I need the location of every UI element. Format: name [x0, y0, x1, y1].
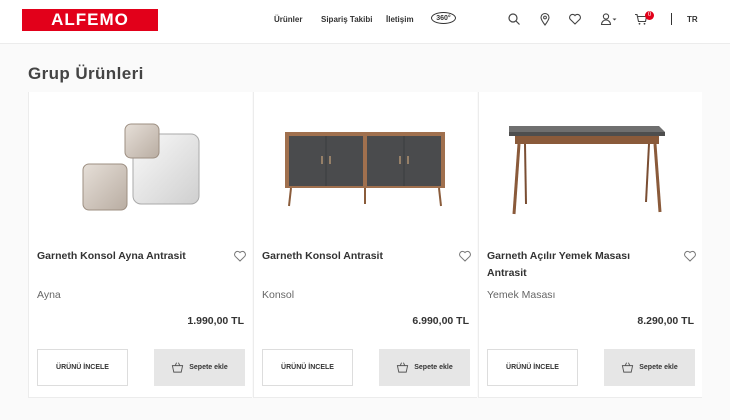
product-image[interactable] [29, 108, 253, 232]
view-360-link[interactable]: 360° [431, 12, 456, 24]
nav-order-tracking-link[interactable]: Sipariş Takibi [321, 15, 372, 24]
view-product-button[interactable]: ÜRÜNÜ İNCELE [487, 349, 578, 386]
product-card[interactable]: Garneth Konsol Ayna Antrasit Ayna 1.990,… [28, 92, 252, 398]
nav-products-link[interactable]: Ürünler [274, 15, 302, 24]
header-divider [671, 13, 672, 25]
basket-icon [171, 362, 184, 373]
site-header: ALFEMO Ürünler Sipariş Takibi İletişim 3… [0, 0, 730, 44]
favorite-heart-icon[interactable] [683, 249, 697, 263]
add-to-cart-button[interactable]: Sepete ekle [379, 349, 470, 386]
favorite-heart-icon[interactable] [233, 249, 247, 263]
location-icon[interactable] [538, 12, 552, 26]
heart-icon[interactable] [568, 12, 582, 26]
product-name[interactable]: Garneth Konsol Ayna Antrasit [37, 248, 217, 265]
brand-logo[interactable]: ALFEMO [22, 9, 158, 31]
nav-contact-link[interactable]: İletişim [386, 15, 414, 24]
language-selector[interactable]: TR [687, 15, 698, 24]
user-icon[interactable] [600, 12, 618, 26]
product-category: Konsol [262, 289, 295, 301]
basket-icon [621, 362, 634, 373]
search-icon[interactable] [507, 12, 521, 26]
product-price: 6.990,00 TL [412, 315, 469, 327]
view-product-button[interactable]: ÜRÜNÜ İNCELE [37, 349, 128, 386]
product-card[interactable]: Garneth Konsol Antrasit Konsol 6.990,00 … [253, 92, 477, 398]
add-to-cart-label: Sepete ekle [639, 364, 678, 371]
add-to-cart-label: Sepete ekle [189, 364, 228, 371]
product-category: Ayna [37, 289, 61, 301]
product-category: Yemek Masası [487, 289, 556, 301]
product-name[interactable]: Garneth Açılır Yemek Masası Antrasit [487, 248, 667, 282]
view-product-button[interactable]: ÜRÜNÜ İNCELE [262, 349, 353, 386]
product-card[interactable]: Garneth Açılır Yemek Masası Antrasit Yem… [478, 92, 702, 398]
add-to-cart-button[interactable]: Sepete ekle [154, 349, 245, 386]
product-image[interactable] [479, 108, 703, 232]
product-price: 1.990,00 TL [187, 315, 244, 327]
product-price: 8.290,00 TL [637, 315, 694, 327]
basket-icon [396, 362, 409, 373]
cart-count-badge: 0 [645, 11, 654, 20]
product-name[interactable]: Garneth Konsol Antrasit [262, 248, 442, 265]
favorite-heart-icon[interactable] [458, 249, 472, 263]
add-to-cart-label: Sepete ekle [414, 364, 453, 371]
page-title: Grup Ürünleri [28, 64, 144, 83]
product-image[interactable] [254, 108, 478, 232]
add-to-cart-button[interactable]: Sepete ekle [604, 349, 695, 386]
